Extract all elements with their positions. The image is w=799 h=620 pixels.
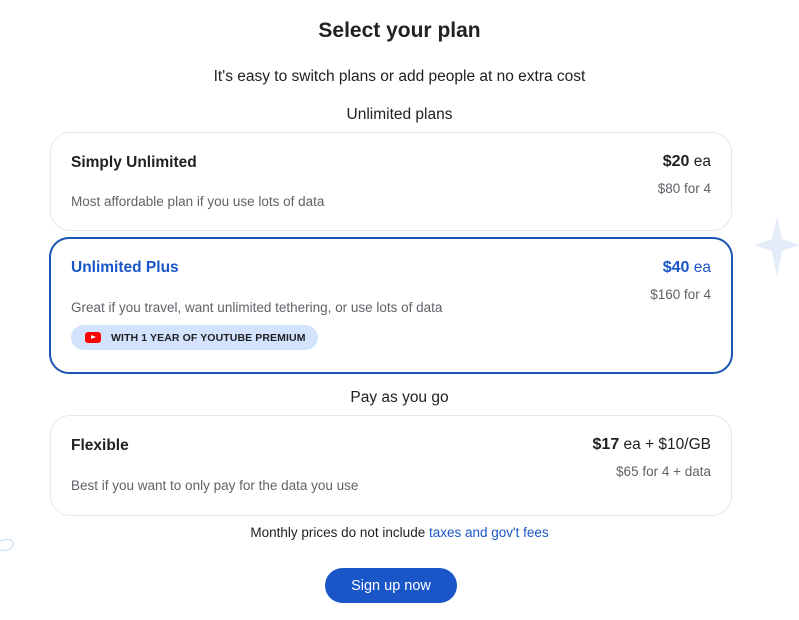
- plan-name: Flexible: [71, 437, 129, 454]
- plan-description: Best if you want to only pay for the dat…: [71, 478, 359, 493]
- price-suffix: ea: [693, 153, 711, 170]
- price-suffix: ea + $10/GB: [623, 436, 711, 453]
- youtube-icon: [85, 332, 101, 343]
- promo-label: WITH 1 YEAR OF YOUTUBE PREMIUM: [111, 331, 306, 344]
- plan-family-price: $65 for 4 + data: [616, 464, 711, 479]
- plan-description: Great if you travel, want unlimited teth…: [71, 300, 443, 315]
- plan-description: Most affordable plan if you use lots of …: [71, 194, 325, 209]
- footnote-text: Monthly prices do not include: [250, 525, 429, 540]
- plan-name: Simply Unlimited: [71, 154, 197, 171]
- pay-as-you-go-heading: Pay as you go: [350, 389, 449, 406]
- plan-card-unlimited-plus[interactable]: Unlimited Plus Great if you travel, want…: [49, 237, 733, 374]
- youtube-premium-badge: WITH 1 YEAR OF YOUTUBE PREMIUM: [71, 325, 318, 350]
- plan-name: Unlimited Plus: [71, 259, 179, 276]
- plan-family-price: $80 for 4: [657, 181, 711, 196]
- taxes-fees-link[interactable]: taxes and gov't fees: [429, 525, 549, 540]
- plan-selection-page: Select your plan It's easy to switch pla…: [0, 0, 799, 620]
- page-title: Select your plan: [318, 19, 481, 42]
- page-subtitle: It's easy to switch plans or add people …: [213, 68, 586, 85]
- price-amount: $40: [662, 259, 690, 276]
- price-suffix: ea: [693, 259, 711, 276]
- plan-family-price: $160 for 4: [650, 287, 711, 302]
- plan-price: $20 ea: [663, 153, 711, 171]
- price-amount: $20: [662, 153, 690, 170]
- plan-price: $17 ea + $10/GB: [593, 436, 711, 454]
- pricing-footnote: Monthly prices do not include taxes and …: [0, 525, 799, 540]
- plan-card-flexible[interactable]: Flexible Best if you want to only pay fo…: [50, 415, 732, 516]
- sparkle-icon: [754, 217, 799, 277]
- price-amount: $17: [592, 436, 620, 453]
- unlimited-plans-heading: Unlimited plans: [346, 106, 453, 123]
- plan-card-simply-unlimited[interactable]: Simply Unlimited Most affordable plan if…: [50, 132, 732, 231]
- sign-up-button[interactable]: Sign up now: [325, 568, 457, 603]
- plan-price: $40 ea: [663, 259, 711, 277]
- swirl-icon: [0, 538, 14, 552]
